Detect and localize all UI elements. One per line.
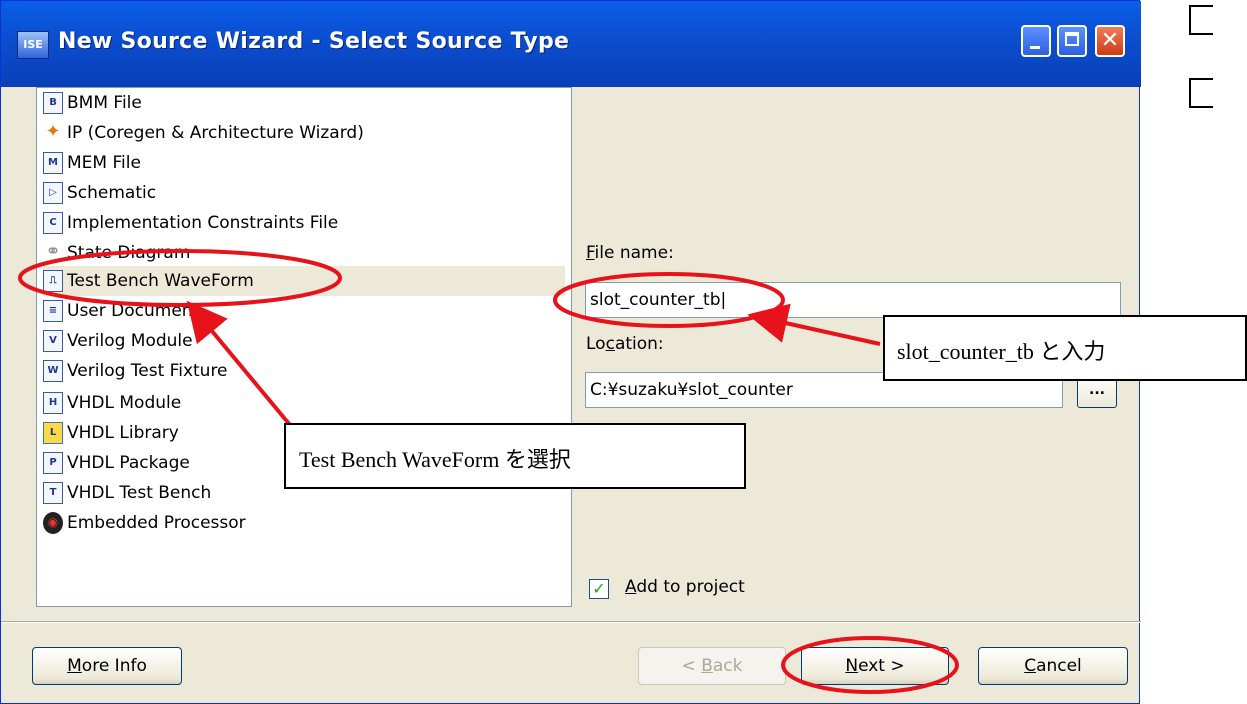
list-item[interactable]: V Verilog Module: [43, 326, 565, 356]
input-callout: slot_counter_tb と入力: [883, 315, 1247, 381]
list-item[interactable]: ⚭ State Diagram: [43, 238, 565, 268]
list-item[interactable]: B BMM File: [43, 88, 565, 118]
waveform-icon: ⎍: [43, 270, 63, 292]
list-item-label: VHDL Library: [67, 423, 179, 443]
title-bar[interactable]: ISE New Source Wizard - Select Source Ty…: [1, 1, 1141, 87]
state-diagram-icon: ⚭: [45, 241, 61, 262]
list-item[interactable]: ✦ IP (Coregen & Architecture Wizard): [43, 118, 565, 148]
list-item-label: Implementation Constraints File: [67, 213, 339, 233]
list-item[interactable]: ◉ Embedded Processor: [43, 508, 565, 538]
ip-wizard-icon: ✦: [45, 121, 61, 142]
button-separator: [1, 621, 1141, 623]
more-info-button[interactable]: More Info: [32, 647, 182, 685]
list-item[interactable]: M MEM File: [43, 148, 565, 178]
list-item[interactable]: W Verilog Test Fixture: [43, 356, 565, 386]
cancel-button[interactable]: Cancel: [978, 647, 1128, 685]
list-item-label: BMM File: [67, 93, 142, 113]
verilog-fixture-icon: W: [43, 360, 63, 382]
list-item-label: Test Bench WaveForm: [67, 271, 254, 291]
minimize-button[interactable]: [1021, 25, 1051, 57]
list-item[interactable]: C Implementation Constraints File: [43, 208, 565, 238]
bmm-file-icon: B: [43, 92, 63, 114]
vhdl-testbench-icon: T: [43, 482, 63, 504]
select-callout: Test Bench WaveForm を選択: [284, 423, 746, 489]
minimize-icon: [1030, 46, 1040, 49]
text-cursor: |: [720, 290, 727, 310]
constraints-file-icon: C: [43, 212, 63, 234]
list-item-label: Embedded Processor: [67, 513, 246, 533]
next-button[interactable]: Next >: [801, 647, 949, 685]
vhdl-package-icon: P: [43, 452, 63, 474]
maximize-button[interactable]: [1057, 25, 1087, 57]
back-button: < Back: [638, 647, 786, 685]
list-item[interactable]: ⎍ Test Bench WaveForm: [43, 266, 565, 296]
list-item[interactable]: ≡ User Document: [43, 296, 565, 326]
document-icon: ≡: [43, 300, 63, 322]
vhdl-module-icon: H: [43, 392, 63, 414]
file-name-input[interactable]: slot_counter_tb|: [585, 282, 1121, 318]
page-margin-mark-top: [1189, 5, 1213, 35]
add-to-project-checkbox[interactable]: ✓: [589, 579, 609, 599]
embedded-processor-icon: ◉: [43, 512, 63, 534]
window-title: New Source Wizard - Select Source Type: [58, 29, 570, 54]
list-item-label: VHDL Package: [67, 453, 190, 473]
list-item-label: MEM File: [67, 153, 141, 173]
close-button[interactable]: ✕: [1095, 25, 1125, 57]
list-item[interactable]: ▷ Schematic: [43, 178, 565, 208]
file-name-label: File name:: [586, 243, 674, 263]
list-item-label: User Document: [67, 301, 200, 321]
add-to-project-label[interactable]: Add to project: [625, 577, 745, 597]
source-type-list[interactable]: B BMM File ✦ IP (Coregen & Architecture Wiz…: [36, 87, 572, 607]
mem-file-icon: M: [43, 152, 63, 174]
verilog-module-icon: V: [43, 330, 63, 352]
vhdl-library-icon: L: [43, 422, 63, 444]
list-item-label: VHDL Test Bench: [67, 483, 212, 503]
list-item-label: State Diagram: [67, 243, 191, 263]
list-item-label: Verilog Test Fixture: [67, 361, 228, 381]
list-item[interactable]: H VHDL Module: [43, 388, 565, 418]
ise-app-icon: ISE: [17, 31, 49, 59]
page-margin-mark-bottom: [1189, 78, 1213, 108]
list-item-label: IP (Coregen & Architecture Wizard): [67, 123, 364, 143]
maximize-icon: [1065, 32, 1079, 46]
file-name-value: slot_counter_tb: [590, 290, 721, 310]
list-item-label: VHDL Module: [67, 393, 182, 413]
location-label: Location:: [586, 334, 664, 354]
close-icon: ✕: [1100, 28, 1120, 53]
list-item-label: Schematic: [67, 183, 157, 203]
schematic-icon: ▷: [43, 182, 63, 204]
list-item-label: Verilog Module: [67, 331, 193, 351]
